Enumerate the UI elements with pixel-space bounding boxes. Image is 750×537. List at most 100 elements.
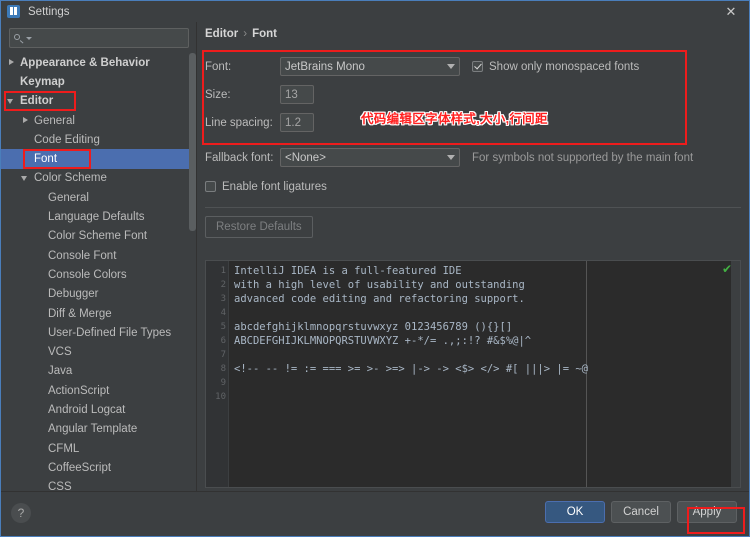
ok-button[interactable]: OK: [545, 501, 605, 523]
line-text: ABCDEFGHIJKLMNOPQRSTUVWXYZ +-*/= .,;:!? …: [234, 335, 532, 347]
checkmark-icon: ✔: [721, 262, 732, 276]
settings-sidebar: Appearance & Behavior Keymap Editor General…: [1, 22, 197, 492]
cancel-button[interactable]: Cancel: [611, 501, 671, 523]
sidebar-item-angular-template[interactable]: Angular Template: [1, 420, 197, 439]
line-text: abcdefghijklmnopqrstuvwxyz 0123456789 ()…: [234, 321, 513, 333]
settings-tree[interactable]: Appearance & Behavior Keymap Editor General…: [1, 53, 197, 492]
sidebar-item-editor[interactable]: Editor: [1, 92, 197, 111]
close-icon[interactable]: ✕: [713, 1, 749, 22]
fallback-font-label: Fallback font:: [205, 151, 274, 164]
sidebar-item-cfml[interactable]: CFML: [1, 439, 197, 458]
sidebar-item-font[interactable]: Font: [1, 149, 197, 169]
sidebar-item-coffeescript[interactable]: CoffeeScript: [1, 458, 197, 477]
sidebar-item-color-scheme-font[interactable]: Color Scheme Font: [1, 227, 197, 246]
fallback-font-hint: For symbols not supported by the main fo…: [472, 151, 694, 164]
help-button[interactable]: ?: [11, 503, 31, 523]
sidebar-item-general[interactable]: General: [1, 188, 197, 207]
sidebar-item-label: Font: [34, 153, 58, 166]
sidebar-item-label: Diff & Merge: [48, 307, 112, 320]
sidebar-item-label: Debugger: [48, 288, 99, 301]
ligatures-row: Enable font ligatures: [205, 174, 741, 199]
sidebar-item-keymap[interactable]: Keymap: [1, 72, 197, 91]
enable-ligatures-checkbox[interactable]: Enable font ligatures: [205, 181, 327, 193]
sidebar-item-label: Appearance & Behavior: [20, 56, 150, 69]
sidebar-item-diff-merge[interactable]: Diff & Merge: [1, 304, 197, 323]
sidebar-item-console-colors[interactable]: Console Colors: [1, 265, 197, 284]
sidebar-item-label: General: [48, 191, 89, 204]
show-monospaced-checkbox[interactable]: Show only monospaced fonts: [472, 61, 639, 73]
breadcrumb-separator: ›: [243, 28, 248, 40]
sidebar-item-label: Angular Template: [48, 423, 138, 436]
sidebar-item-label: VCS: [48, 346, 72, 359]
breadcrumb: Editor › Font: [205, 28, 277, 40]
sidebar-item-language-defaults[interactable]: Language Defaults: [1, 207, 197, 226]
line-text: [229, 306, 234, 320]
preview-line: 10: [206, 390, 740, 404]
preview-scrollbar[interactable]: [731, 261, 740, 487]
font-size-value: 13: [285, 88, 298, 101]
sidebar-item-label: Console Font: [48, 249, 117, 262]
sidebar-item-code-editing[interactable]: Code Editing: [1, 130, 197, 149]
sidebar-item-label: Color Scheme: [34, 172, 107, 185]
chevron-right-icon[interactable]: [7, 58, 16, 67]
line-number: 9: [220, 378, 226, 388]
search-input[interactable]: [32, 29, 188, 47]
intellij-logo-icon: [7, 5, 20, 18]
sidebar-item-css[interactable]: CSS: [1, 478, 197, 492]
sidebar-item-actionscript[interactable]: ActionScript: [1, 381, 197, 400]
sidebar-item-vcs[interactable]: VCS: [1, 342, 197, 361]
line-number: 6: [220, 336, 226, 346]
sidebar-item-java[interactable]: Java: [1, 362, 197, 381]
fallback-font-value: <None>: [285, 151, 326, 164]
sidebar-item-debugger[interactable]: Debugger: [1, 285, 197, 304]
title-bar: Settings ✕: [1, 1, 749, 22]
breadcrumb-parent[interactable]: Editor: [205, 28, 238, 40]
font-family-value: JetBrains Mono: [285, 60, 365, 73]
chevron-down-icon[interactable]: [21, 174, 30, 183]
line-number: 3: [220, 294, 226, 304]
font-label: Font:: [205, 60, 232, 73]
line-text: [229, 376, 234, 390]
sidebar-item-label: General: [34, 114, 75, 127]
sidebar-scrollbar[interactable]: [189, 53, 196, 231]
line-text: [229, 348, 234, 362]
restore-defaults-button[interactable]: Restore Defaults: [205, 216, 313, 238]
sidebar-item-label: Editor: [20, 95, 54, 108]
font-settings-panel: Editor › Font Font: JetBrains Mono Show …: [197, 22, 749, 492]
line-spacing-input[interactable]: 1.2: [280, 113, 314, 132]
font-size-input[interactable]: 13: [280, 85, 314, 104]
font-family-select[interactable]: JetBrains Mono: [280, 57, 460, 76]
preview-scrollbar-track: [731, 261, 740, 275]
settings-tree-list: Appearance & Behavior Keymap Editor General…: [1, 53, 197, 492]
chevron-down-icon[interactable]: [7, 97, 16, 106]
search-box[interactable]: [9, 28, 189, 48]
font-preview[interactable]: 1 IntelliJ IDEA is a full-featured IDE 2 wi…: [205, 260, 741, 488]
line-number: 2: [220, 280, 226, 290]
sidebar-item-console-font[interactable]: Console Font: [1, 246, 197, 265]
sidebar-item-appearance-behavior[interactable]: Appearance & Behavior: [1, 53, 197, 72]
line-number: 7: [220, 350, 226, 360]
sidebar-item-general[interactable]: General: [1, 111, 197, 130]
line-number: 1: [220, 266, 226, 276]
search-container: [1, 22, 197, 53]
sidebar-item-label: Code Editing: [34, 133, 100, 146]
chevron-down-icon: [447, 64, 455, 69]
preview-line: 8 <!-- -- != := === >= >- >=> |-> -> <$> …: [206, 362, 740, 376]
preview-line: 1 IntelliJ IDEA is a full-featured IDE: [206, 264, 740, 278]
apply-button[interactable]: Apply: [677, 501, 737, 523]
sidebar-item-user-defined-file-types[interactable]: User-Defined File Types: [1, 323, 197, 342]
fallback-font-select[interactable]: <None>: [280, 148, 460, 167]
sidebar-item-color-scheme[interactable]: Color Scheme: [1, 169, 197, 188]
chevron-right-icon[interactable]: [21, 116, 30, 125]
sidebar-item-android-logcat[interactable]: Android Logcat: [1, 400, 197, 419]
line-number: 4: [220, 308, 226, 318]
size-label: Size:: [205, 88, 231, 101]
